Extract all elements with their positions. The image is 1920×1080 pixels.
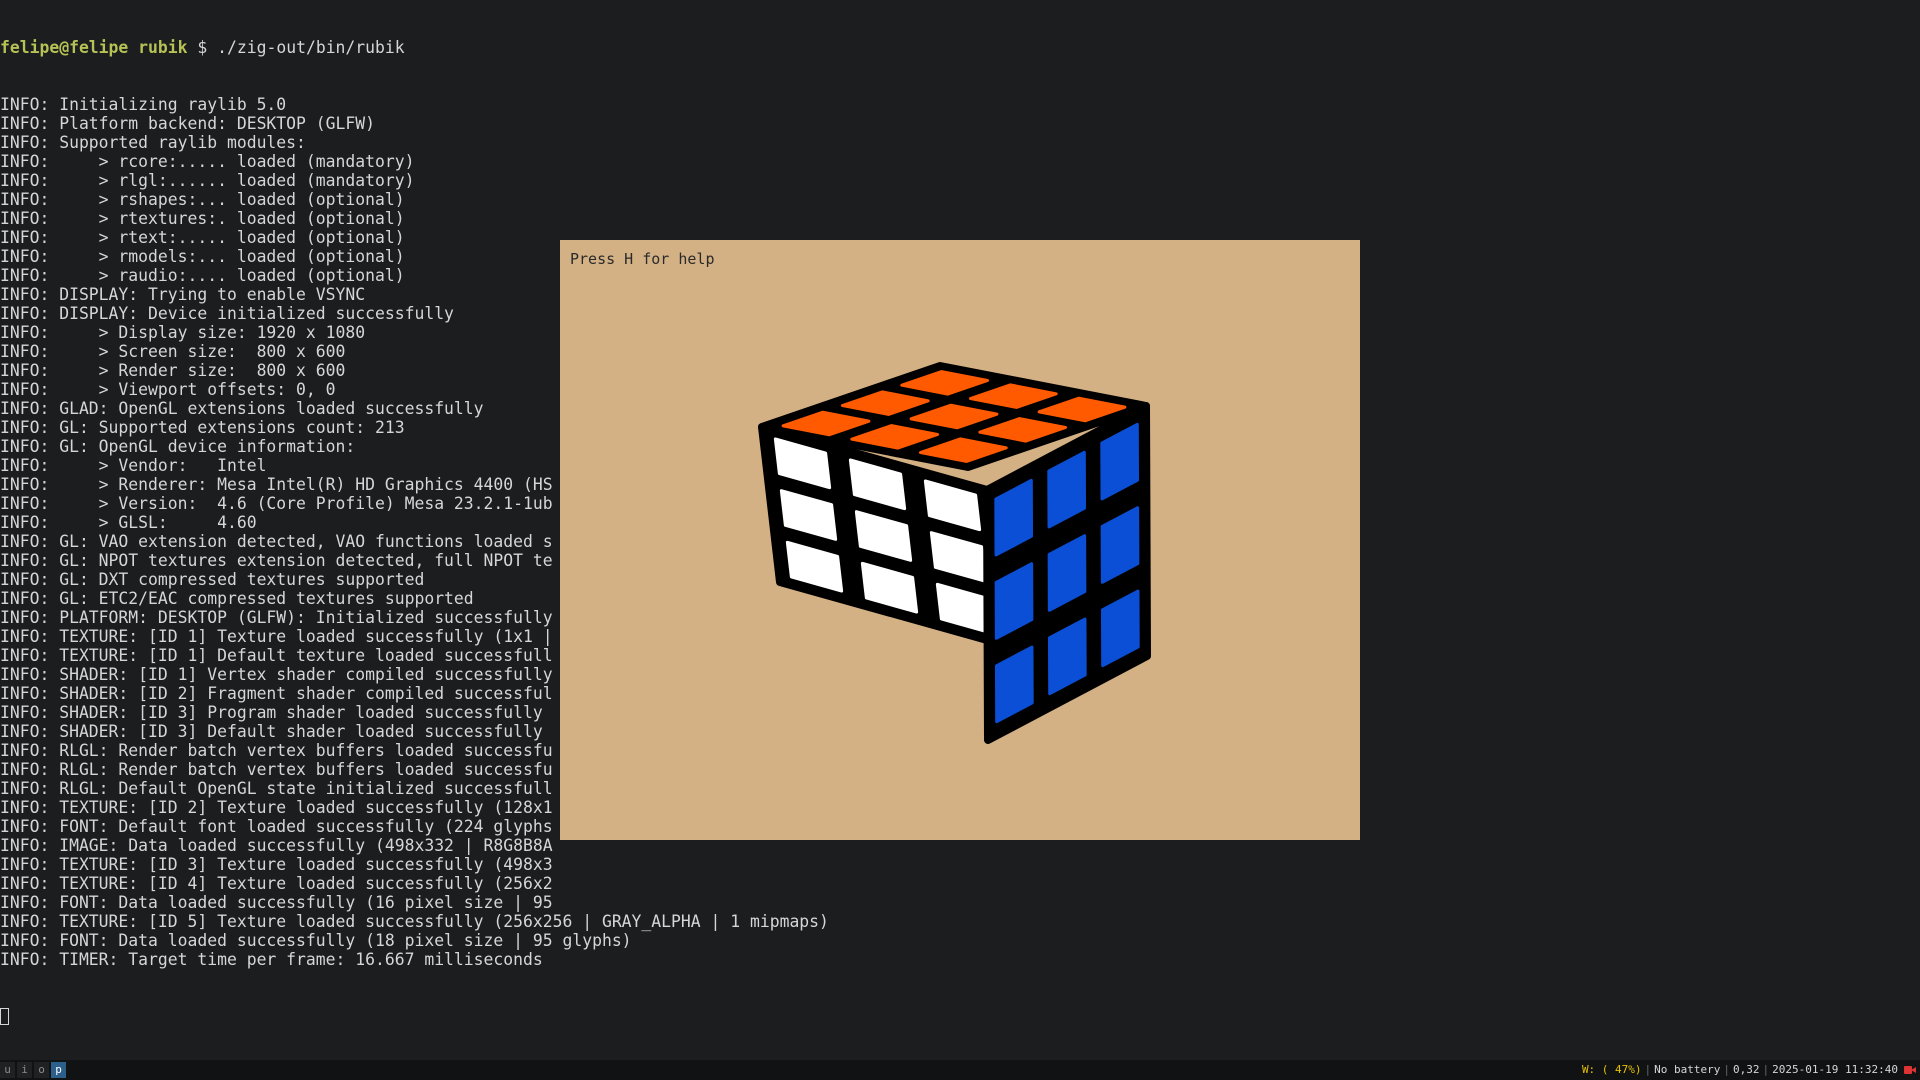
desktop: felipe@felipe rubik $ ./zig-out/bin/rubi…	[0, 0, 1920, 1080]
prompt-user-host: felipe@felipe	[0, 38, 129, 57]
separator: |	[1762, 1063, 1770, 1076]
prompt-symbol: $	[197, 38, 208, 57]
workspace-p[interactable]: p	[51, 1062, 66, 1078]
prompt-command: ./zig-out/bin/rubik	[217, 38, 405, 57]
datetime-status: 2025-01-19 11:32:40	[1772, 1063, 1898, 1076]
wifi-status: W: ( 47%)	[1581, 1063, 1642, 1076]
separator: |	[1723, 1063, 1731, 1076]
workspace-i[interactable]: i	[17, 1062, 32, 1078]
status-bar: uiop W: ( 47%) | No battery | 0,32 | 202…	[0, 1060, 1920, 1080]
terminal-log-line: INFO: Supported raylib modules:	[0, 133, 306, 152]
terminal-log-line: INFO: FONT: Data loaded successfully (16…	[0, 893, 553, 912]
terminal-log-line: INFO: > rcore:..... loaded (mandatory)	[0, 152, 415, 171]
prompt-cwd: rubik	[138, 38, 188, 57]
terminal-log-line: INFO: TIMER: Target time per frame: 16.6…	[0, 950, 543, 969]
terminal-log-line: INFO: > rlgl:...... loaded (mandatory)	[0, 171, 415, 190]
terminal-log-line: INFO: > rtextures:. loaded (optional)	[0, 209, 405, 228]
help-hint: Press H for help	[570, 250, 715, 268]
camera-record-icon	[1904, 1065, 1916, 1075]
prompt-line: felipe@felipe rubik $ ./zig-out/bin/rubi…	[0, 38, 1920, 57]
status-right: W: ( 47%) | No battery | 0,32 | 2025-01-…	[1582, 1060, 1920, 1080]
terminal-log-line: INFO: Platform backend: DESKTOP (GLFW)	[0, 114, 375, 133]
workspace-o[interactable]: o	[34, 1062, 49, 1078]
terminal-log-line: INFO: > rshapes:... loaded (optional)	[0, 190, 405, 209]
battery-status: No battery	[1654, 1063, 1721, 1076]
separator: |	[1644, 1063, 1652, 1076]
terminal-cursor	[0, 1008, 9, 1025]
workspace-u[interactable]: u	[0, 1062, 15, 1078]
terminal-log-line: INFO: TEXTURE: [ID 4] Texture loaded suc…	[0, 874, 553, 893]
terminal-log-line: INFO: FONT: Data loaded successfully (18…	[0, 931, 632, 950]
rubik-cube-canvas[interactable]	[560, 240, 1360, 840]
workspace-switcher: uiop	[0, 1062, 68, 1078]
terminal-log-line: INFO: Initializing raylib 5.0	[0, 95, 287, 114]
terminal-log-line: INFO: TEXTURE: [ID 3] Texture loaded suc…	[0, 855, 553, 874]
rubik-app-window[interactable]: Press H for help	[560, 240, 1360, 840]
terminal-log-line: INFO: TEXTURE: [ID 5] Texture loaded suc…	[0, 912, 829, 931]
load-status: 0,32	[1733, 1063, 1760, 1076]
cursor-line	[0, 1007, 1920, 1026]
